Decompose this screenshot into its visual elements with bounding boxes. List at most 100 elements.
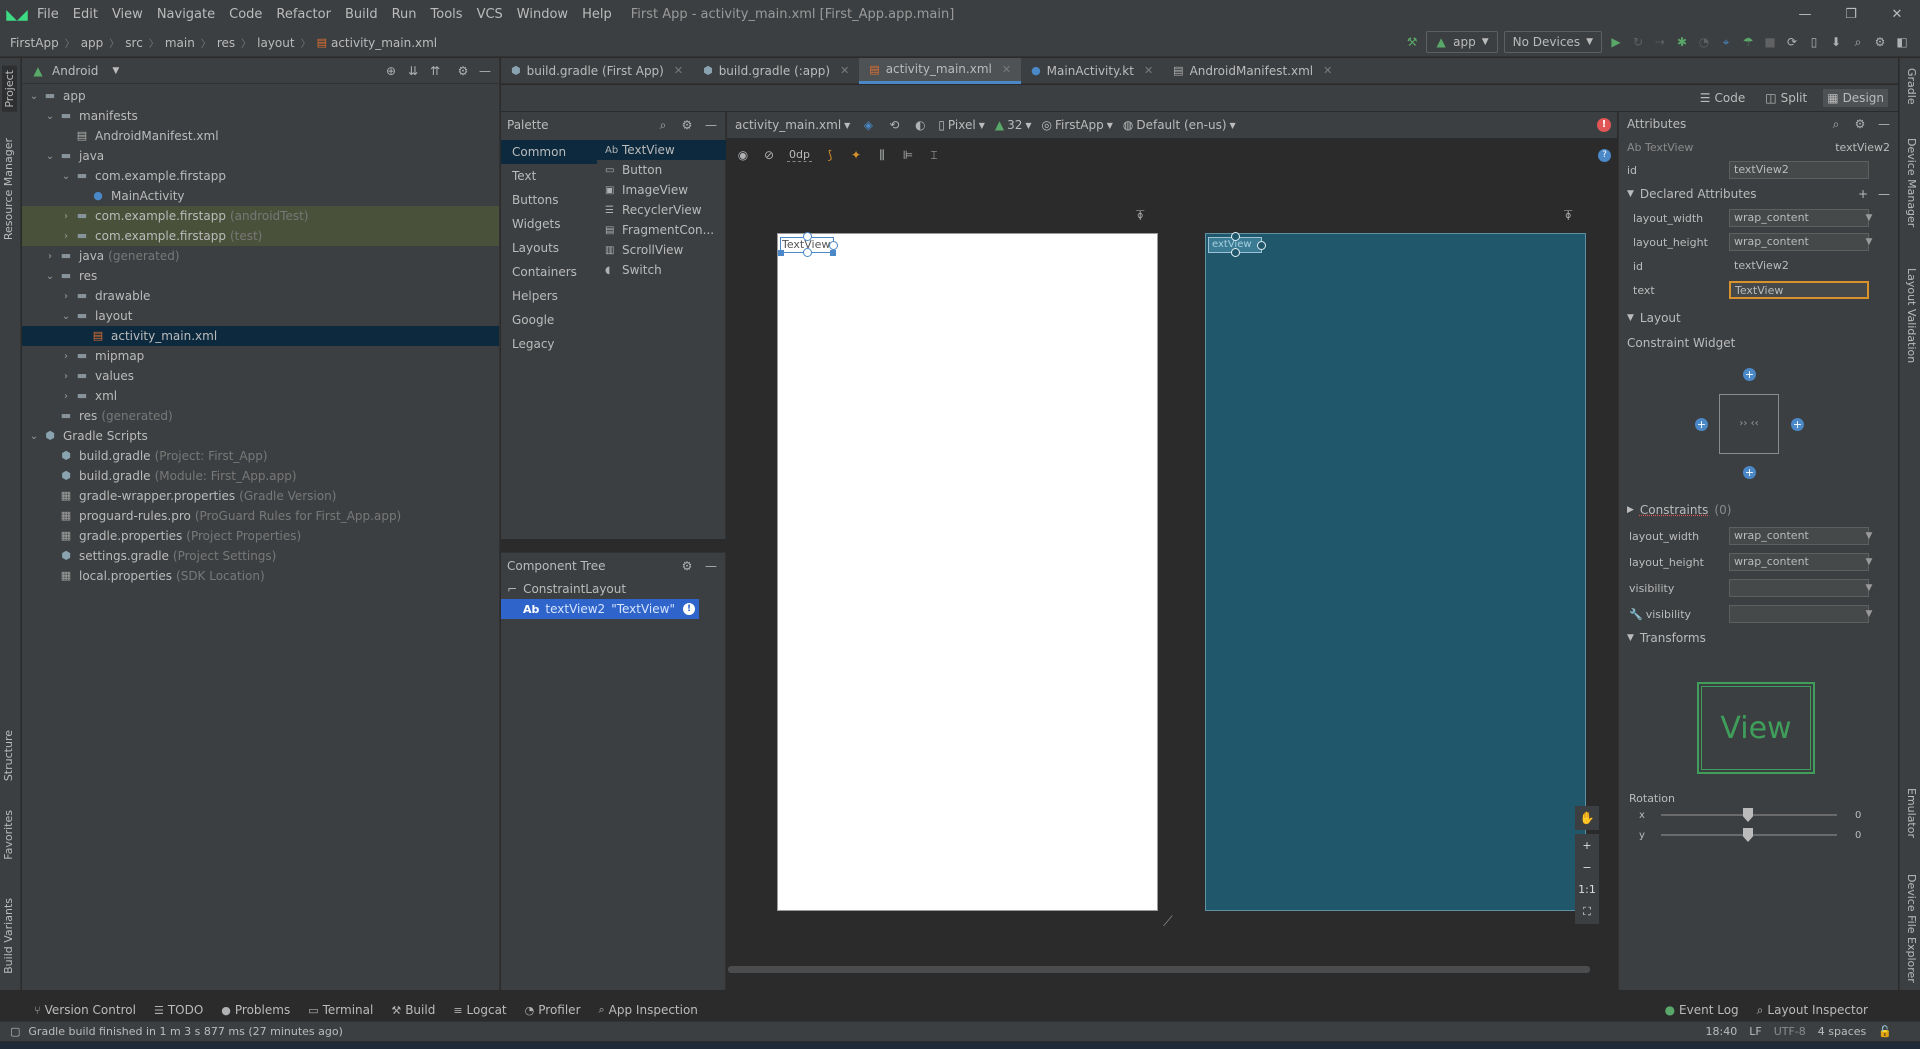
default-margin-field[interactable]: 0dp	[787, 148, 812, 162]
tree-item[interactable]: ⌄ ▬ layout	[22, 306, 499, 326]
night-mode-icon[interactable]: ◐	[912, 117, 928, 133]
close-icon[interactable]: ✕	[840, 64, 849, 77]
tab-device-manager[interactable]: Device Manager	[1905, 138, 1918, 227]
chevron-down-icon[interactable]: ⌄	[26, 91, 42, 102]
close-icon[interactable]: ✕	[1144, 64, 1153, 77]
pan-icon[interactable]: ✋	[1575, 806, 1599, 830]
menu-build[interactable]: Build	[338, 7, 385, 22]
attribute-value[interactable]: textView2	[1729, 257, 1869, 275]
add-icon[interactable]: +	[1858, 187, 1868, 201]
api-selector[interactable]: ▲ 32 ▼	[995, 118, 1032, 132]
tree-item[interactable]: ⌄ ▬ manifests	[22, 106, 499, 126]
gear-icon[interactable]: ⚙	[679, 558, 695, 574]
menu-tools[interactable]: Tools	[424, 7, 470, 22]
menu-refactor[interactable]: Refactor	[269, 7, 338, 22]
chevron-down-icon[interactable]: ▼	[1862, 210, 1876, 226]
palette-category[interactable]: Helpers	[501, 284, 597, 308]
chevron-down-icon[interactable]: ▼	[1862, 554, 1876, 570]
restore-button[interactable]: ❐	[1828, 0, 1874, 29]
attribute-value[interactable]: wrap_content	[1729, 233, 1869, 251]
menu-help[interactable]: Help	[575, 7, 619, 22]
tab-build-variants[interactable]: Build Variants	[2, 898, 15, 974]
design-canvas[interactable]: TextView ⍕ extView ⍕ ⟋ ✋ + − 1:1 ⛶	[727, 170, 1617, 970]
chevron-down-icon[interactable]: ▼	[1862, 528, 1876, 544]
sdk-manager-icon[interactable]: ⬇	[1828, 34, 1844, 50]
palette-category[interactable]: Text	[501, 164, 597, 188]
zoom-in-icon[interactable]: +	[1582, 836, 1591, 856]
attribute-value[interactable]: wrap_content	[1729, 527, 1869, 545]
tree-item[interactable]: › ▬ java (generated)	[22, 246, 499, 266]
chevron-right-icon[interactable]: ›	[42, 251, 58, 262]
hide-icon[interactable]: —	[477, 63, 493, 79]
line-separator[interactable]: LF	[1749, 1025, 1761, 1038]
chevron-down-icon[interactable]: ▼	[1627, 189, 1634, 199]
updates-icon[interactable]: ◧	[1894, 34, 1910, 50]
blueprint-surface[interactable]: extView	[1205, 232, 1586, 911]
layers-icon[interactable]: ◈	[860, 117, 876, 133]
caret-position[interactable]: 18:40	[1706, 1025, 1738, 1038]
search-icon[interactable]: ⌕	[1828, 116, 1844, 132]
slider-thumb[interactable]	[1743, 828, 1753, 842]
tab-favorites[interactable]: Favorites	[2, 810, 15, 860]
palette-item[interactable]: ▭ Button	[597, 160, 726, 180]
menu-view[interactable]: View	[105, 7, 150, 22]
zoom-actual-icon[interactable]: 1:1	[1578, 880, 1596, 900]
menu-window[interactable]: Window	[510, 7, 575, 22]
debug-icon[interactable]: ✱	[1674, 34, 1690, 50]
attribute-value[interactable]	[1729, 605, 1869, 623]
rotation-y-slider[interactable]	[1661, 828, 1837, 842]
profile-icon[interactable]: ◔	[1696, 34, 1712, 50]
tree-item[interactable]: ● MainActivity	[22, 186, 499, 206]
breadcrumb-item[interactable]: res	[217, 36, 235, 50]
menu-vcs[interactable]: VCS	[470, 7, 510, 22]
breadcrumb-item[interactable]: main	[165, 36, 195, 50]
tab-build-gradle-app-[interactable]: ⬢ build.gradle (:app) ✕	[693, 58, 859, 84]
palette-category[interactable]: Common	[501, 140, 597, 164]
tool-app-inspection[interactable]: ⌕ App Inspection	[599, 1003, 698, 1017]
close-icon[interactable]: ✕	[674, 64, 683, 77]
palette-category[interactable]: Containers	[501, 260, 597, 284]
palette-category[interactable]: Layouts	[501, 236, 597, 260]
palette-item[interactable]: ☰ RecyclerView	[597, 200, 726, 220]
constraint-handle[interactable]	[1231, 248, 1240, 257]
chevron-down-icon[interactable]: ⌄	[42, 271, 58, 282]
guidelines-icon[interactable]: ⫼	[874, 147, 890, 163]
id-field[interactable]: textView2	[1729, 161, 1869, 179]
tree-item[interactable]: › ▬ xml	[22, 386, 499, 406]
tree-item[interactable]: ▬ res (generated)	[22, 406, 499, 426]
chevron-down-icon[interactable]: ⌄	[58, 311, 74, 322]
add-constraint-left-icon[interactable]: +	[1695, 418, 1708, 431]
breadcrumb-item[interactable]: activity_main.xml	[331, 36, 437, 50]
tree-item[interactable]: › ▬ values	[22, 366, 499, 386]
tab-resource-manager[interactable]: Resource Manager	[2, 138, 15, 240]
tool-build[interactable]: ⚒ Build	[391, 1003, 435, 1017]
chevron-down-icon[interactable]: ▼	[112, 66, 119, 76]
tab-mainactivity-kt[interactable]: ● MainActivity.kt ✕	[1021, 58, 1163, 84]
close-icon[interactable]: ✕	[1002, 63, 1011, 76]
palette-category[interactable]: Buttons	[501, 188, 597, 212]
close-button[interactable]: ✕	[1874, 0, 1920, 29]
chevron-down-icon[interactable]: ▼	[1627, 313, 1634, 323]
pin-icon[interactable]: ⍕	[1564, 208, 1572, 224]
clear-constraints-icon[interactable]: ⟆	[822, 147, 838, 163]
pin-icon[interactable]: ⍕	[1136, 208, 1144, 224]
palette-category[interactable]: Google	[501, 308, 597, 332]
selected-textview[interactable]: TextView	[778, 232, 838, 257]
event-log-button[interactable]: ● Event Log	[1665, 1003, 1739, 1017]
locate-icon[interactable]: ⊕	[383, 63, 399, 79]
chevron-down-icon[interactable]: ⌄	[42, 151, 58, 162]
tree-item[interactable]: ▦ gradle.properties (Project Properties)	[22, 526, 499, 546]
run-icon[interactable]: ▶	[1608, 34, 1624, 50]
rotation-x-slider[interactable]	[1661, 808, 1837, 822]
constraint-handle[interactable]	[1257, 241, 1266, 250]
tree-item-constraint-layout[interactable]: ⌐ ConstraintLayout	[501, 579, 725, 599]
constraints-title[interactable]: Constraints	[1640, 503, 1708, 517]
tree-item[interactable]: ⬢ settings.gradle (Project Settings)	[22, 546, 499, 566]
stop-icon[interactable]: ■	[1762, 34, 1778, 50]
tab-structure[interactable]: Structure	[2, 730, 15, 781]
status-toggle-icon[interactable]: ▢	[10, 1025, 20, 1038]
sync-gradle-icon[interactable]: ⟳	[1784, 34, 1800, 50]
tree-item[interactable]: ▦ gradle-wrapper.properties (Gradle Versio…	[22, 486, 499, 506]
tool-terminal[interactable]: ▭ Terminal	[308, 1003, 373, 1017]
gear-icon[interactable]: ⚙	[455, 63, 471, 79]
